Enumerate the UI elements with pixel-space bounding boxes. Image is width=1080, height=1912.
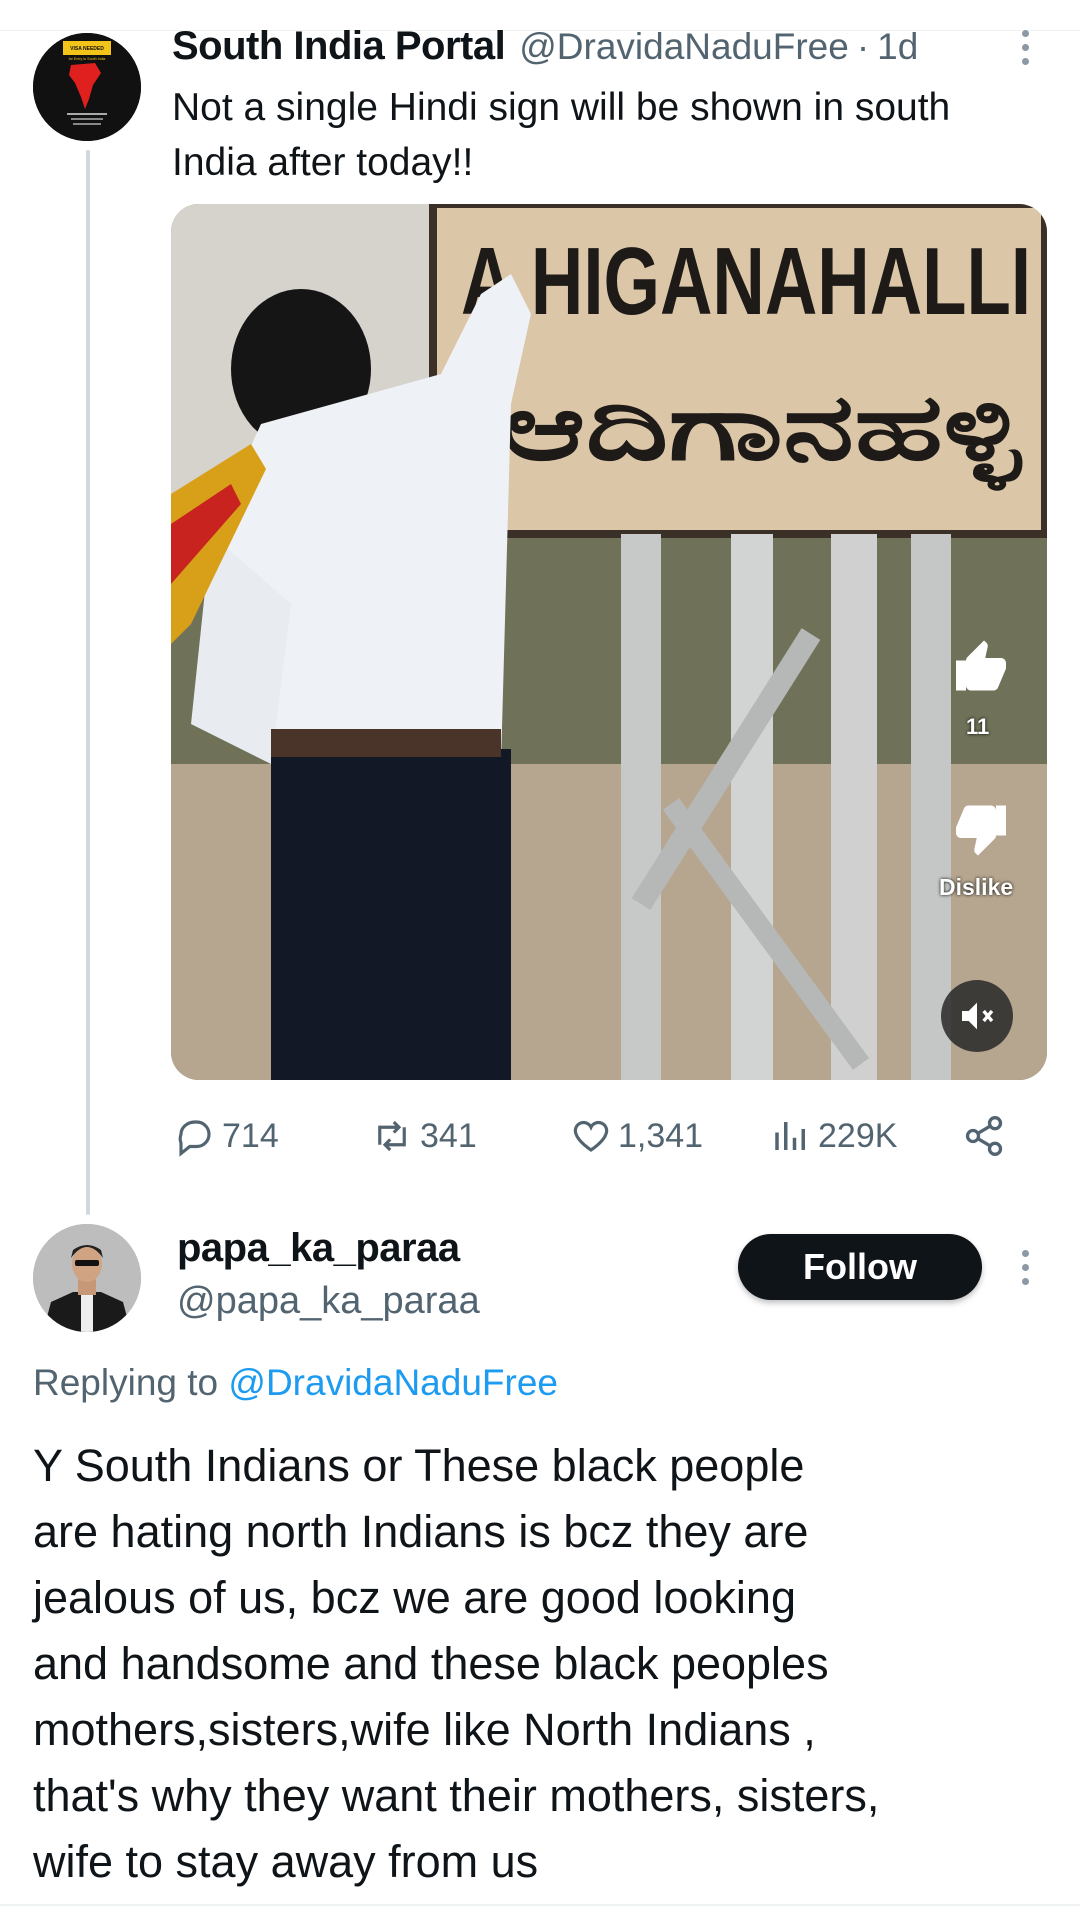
reply-text-line: and handsome and these black peoples — [33, 1638, 829, 1689]
tweet-text: Not a single Hindi sign will be shown in… — [172, 86, 951, 184]
replying-to-mention[interactable]: @DravidaNaduFree — [228, 1362, 558, 1403]
author-handle[interactable]: @DravidaNaduFree — [519, 26, 849, 68]
share-action[interactable] — [962, 1108, 1012, 1164]
mute-icon[interactable] — [941, 980, 1013, 1052]
reply-author-handle[interactable]: @papa_ka_paraa — [177, 1280, 480, 1323]
more-vertical-icon[interactable] — [1015, 30, 1035, 74]
papa-avatar[interactable] — [33, 1224, 141, 1332]
portal-avatar[interactable]: VISA NEEDED for Entry to South India — [33, 33, 141, 141]
sign-kannada-text: ಆದಿಗಾನಹಳ್ಳಿ — [501, 374, 1024, 492]
reply-action[interactable]: 714 — [174, 1108, 279, 1164]
author-name[interactable]: South India Portal — [172, 24, 506, 69]
reply-text-line: mothers,sisters,wife like North Indians … — [33, 1704, 816, 1755]
reply-more-vertical-icon[interactable] — [1015, 1250, 1035, 1294]
tweet-header: South India Portal @DravidaNaduFree · 1d — [172, 24, 918, 69]
avatar-badge-subtext: for Entry to South India — [69, 57, 106, 61]
views-count: 229K — [818, 1116, 898, 1155]
tweet-time[interactable]: 1d — [877, 26, 918, 68]
tweet-actions: 714 341 1,341 229K — [172, 1108, 1042, 1164]
dislike-overlay-icon[interactable] — [951, 798, 1011, 858]
heart-icon — [573, 1120, 609, 1152]
retweet-icon — [378, 1120, 406, 1152]
replying-prefix: Replying to — [33, 1362, 219, 1403]
like-count: 1,341 — [618, 1116, 704, 1155]
like-action[interactable]: 1,341 — [570, 1108, 703, 1164]
follow-button[interactable]: Follow — [738, 1234, 982, 1300]
reply-text-line: that's why they want their mothers, sist… — [33, 1770, 880, 1821]
reply-text-line: are hating north Indians is bcz they are — [33, 1506, 809, 1557]
reply-icon — [178, 1120, 211, 1157]
tweet-video[interactable]: A HIGANAHALLI ಆದಿಗಾನಹಳ್ಳಿ 11 Dislike — [171, 204, 1047, 1080]
replying-to: Replying to @DravidaNaduFree — [33, 1362, 558, 1404]
separator-dot: · — [856, 26, 870, 67]
retweet-action[interactable]: 341 — [370, 1108, 477, 1164]
tweet-detail-page: VISA NEEDED for Entry to South India Sou… — [0, 0, 1080, 1912]
share-icon — [965, 1116, 1003, 1156]
sign-english-text: A HIGANAHALLI — [461, 228, 1031, 335]
reply-text-line: jealous of us, bcz we are good looking — [33, 1572, 796, 1623]
video-frame: A HIGANAHALLI ಆದಿಗಾನಹಳ್ಳಿ — [171, 204, 1047, 1080]
views-icon — [775, 1122, 805, 1150]
reply-count: 714 — [222, 1116, 279, 1155]
retweet-count: 341 — [420, 1116, 477, 1155]
bottom-divider — [0, 1904, 1080, 1906]
reply-author-name[interactable]: papa_ka_paraa — [177, 1226, 460, 1271]
reply-text: Y South Indians or These black people ar… — [33, 1433, 1043, 1895]
like-overlay-icon[interactable] — [951, 638, 1011, 698]
views-action[interactable]: 229K — [770, 1108, 897, 1164]
reply-text-line: wife to stay away from us — [33, 1836, 539, 1887]
thread-line — [86, 150, 90, 1215]
avatar-badge-text: VISA NEEDED — [70, 46, 104, 52]
like-overlay-count: 11 — [966, 714, 990, 739]
dislike-overlay-label: Dislike — [939, 874, 1014, 900]
reply-text-line: Y South Indians or These black people — [33, 1440, 805, 1491]
